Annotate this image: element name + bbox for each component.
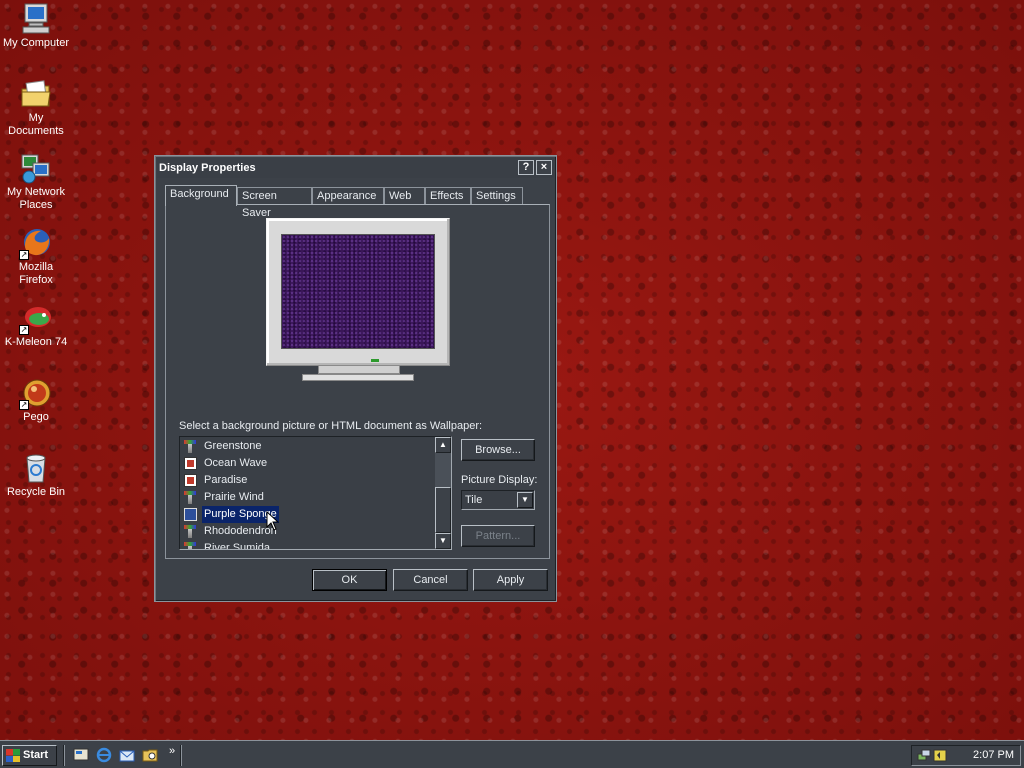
tab-background[interactable]: Background bbox=[165, 185, 237, 206]
wallpaper-prompt: Select a background picture or HTML docu… bbox=[179, 420, 483, 432]
wallpaper-list-scrollbar[interactable]: ▲ ▼ bbox=[435, 437, 451, 549]
arrow-down-icon: ▼ bbox=[439, 536, 447, 545]
computer-icon bbox=[19, 2, 53, 36]
ok-button[interactable]: OK bbox=[312, 569, 387, 591]
picture-display-value: Tile bbox=[465, 494, 483, 506]
list-item[interactable]: Greenstone bbox=[182, 438, 434, 455]
firefox-icon: ↗ bbox=[19, 226, 53, 260]
outlook-express-icon[interactable] bbox=[119, 747, 135, 763]
desktop-icon-label: My Documents bbox=[8, 112, 64, 137]
list-item-label: Prairie Wind bbox=[204, 491, 264, 503]
wallpaper-list[interactable]: Greenstone Ocean Wave Paradise Prairie W… bbox=[179, 436, 452, 550]
desktop-icon-recycle-bin[interactable]: Recycle Bin bbox=[0, 451, 72, 499]
html-document-icon bbox=[184, 474, 197, 487]
taskbar: Start » 2:07 PM bbox=[0, 740, 1024, 768]
desktop-icon-pego[interactable]: ↗ Pego bbox=[0, 376, 72, 424]
tab-web[interactable]: Web bbox=[384, 187, 425, 205]
k-meleon-icon: ↗ bbox=[19, 301, 53, 335]
recycle-bin-icon bbox=[19, 451, 53, 485]
power-led bbox=[371, 359, 379, 362]
list-item[interactable]: River Sumida bbox=[182, 540, 434, 550]
help-icon: ? bbox=[522, 161, 530, 173]
desktop-icon-mozilla-firefox[interactable]: ↗ Mozilla Firefox bbox=[0, 226, 72, 287]
list-item-label: Ocean Wave bbox=[204, 457, 268, 469]
network-tray-icon[interactable] bbox=[917, 748, 932, 763]
monitor-preview bbox=[266, 218, 450, 366]
tab-effects[interactable]: Effects bbox=[425, 187, 471, 205]
list-item[interactable]: Prairie Wind bbox=[182, 489, 434, 506]
quick-launch-separator bbox=[180, 745, 182, 766]
desktop-icon-label: Recycle Bin bbox=[6, 486, 66, 498]
paint-icon bbox=[184, 542, 197, 549]
apply-button[interactable]: Apply bbox=[473, 569, 548, 591]
paint-icon bbox=[184, 525, 197, 538]
pego-icon: ↗ bbox=[19, 376, 53, 410]
help-button[interactable]: ? bbox=[518, 160, 534, 175]
paint-icon bbox=[184, 440, 197, 453]
list-item-label: Greenstone bbox=[204, 440, 262, 452]
network-places-icon bbox=[19, 151, 53, 185]
tab-strip: Background Screen Saver Appearance Web E… bbox=[165, 185, 550, 219]
start-label: Start bbox=[23, 749, 49, 761]
dialog-title: Display Properties bbox=[159, 162, 256, 174]
list-item[interactable]: Paradise bbox=[182, 472, 434, 489]
desktop-icon-label: K-Meleon 74 bbox=[4, 336, 68, 348]
scroll-up-button[interactable]: ▲ bbox=[435, 437, 451, 453]
picture-display-select[interactable]: Tile ▼ bbox=[461, 490, 535, 510]
background-tab-panel: Select a background picture or HTML docu… bbox=[165, 204, 550, 559]
chevron-down-icon[interactable]: ▼ bbox=[517, 492, 533, 508]
bitmap-icon bbox=[184, 508, 197, 521]
desktop-icon-my-documents[interactable]: My Documents bbox=[0, 77, 72, 138]
quick-launch-more-button[interactable]: » bbox=[169, 745, 175, 757]
list-item[interactable]: Rhododendron bbox=[182, 523, 434, 540]
desktop-icon-k-meleon[interactable]: ↗ K-Meleon 74 bbox=[0, 301, 72, 349]
volume-tray-icon[interactable] bbox=[933, 748, 948, 763]
windows-logo-icon bbox=[6, 749, 20, 762]
scroll-thumb[interactable] bbox=[435, 487, 451, 533]
dialog-titlebar[interactable]: Display Properties ? × bbox=[157, 158, 554, 178]
desktop-icon-label: My Network Places bbox=[6, 186, 66, 211]
desktop-icon-my-computer[interactable]: My Computer bbox=[0, 2, 72, 50]
arrow-up-icon: ▲ bbox=[439, 440, 447, 449]
clock[interactable]: 2:07 PM bbox=[973, 746, 1014, 765]
wallpaper-preview bbox=[281, 234, 435, 349]
shortcut-arrow-icon: ↗ bbox=[19, 250, 29, 260]
system-tray: 2:07 PM bbox=[911, 745, 1021, 766]
start-button[interactable]: Start bbox=[2, 745, 57, 766]
tab-appearance[interactable]: Appearance bbox=[312, 187, 384, 205]
desktop-icon-label: Mozilla Firefox bbox=[18, 261, 54, 286]
desktop-icon-my-network-places[interactable]: My Network Places bbox=[0, 151, 72, 212]
list-item-label: Paradise bbox=[204, 474, 248, 486]
list-item-selected[interactable]: Purple Sponge bbox=[182, 506, 434, 523]
close-icon: × bbox=[540, 161, 548, 173]
tab-screen-saver[interactable]: Screen Saver bbox=[237, 187, 312, 219]
folder-documents-icon bbox=[19, 77, 53, 111]
show-desktop-icon[interactable] bbox=[73, 747, 89, 763]
paint-icon bbox=[184, 491, 197, 504]
mouse-cursor-icon bbox=[266, 510, 280, 531]
monitor-stand bbox=[318, 366, 400, 374]
tab-settings[interactable]: Settings bbox=[471, 187, 523, 205]
desktop-icon-label: Pego bbox=[23, 411, 49, 423]
close-button[interactable]: × bbox=[536, 160, 552, 175]
list-item-label: River Sumida bbox=[204, 542, 271, 550]
internet-explorer-icon[interactable] bbox=[96, 747, 112, 763]
browse-button[interactable]: Browse... bbox=[461, 439, 535, 461]
pattern-button: Pattern... bbox=[461, 525, 535, 547]
html-document-icon bbox=[184, 457, 197, 470]
shortcut-arrow-icon: ↗ bbox=[19, 400, 29, 410]
display-properties-dialog: Display Properties ? × Background Screen… bbox=[154, 155, 557, 602]
scroll-down-button[interactable]: ▼ bbox=[435, 533, 451, 549]
list-item[interactable]: Ocean Wave bbox=[182, 455, 434, 472]
folder-search-icon[interactable] bbox=[142, 747, 158, 763]
monitor-base bbox=[302, 374, 414, 381]
cancel-button[interactable]: Cancel bbox=[393, 569, 468, 591]
shortcut-arrow-icon: ↗ bbox=[19, 325, 29, 335]
desktop-icon-label: My Computer bbox=[2, 37, 70, 49]
picture-display-label: Picture Display: bbox=[461, 474, 538, 486]
quick-launch-separator bbox=[63, 745, 65, 766]
